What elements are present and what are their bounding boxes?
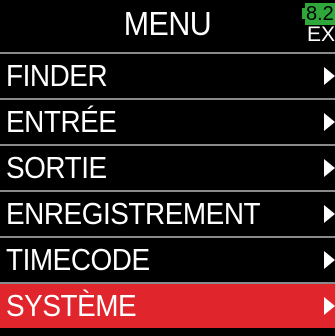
menu-item-label: ENREGISTREMENT [6,196,261,231]
menu-item-label: SORTIE [6,150,107,185]
chevron-right-icon [324,205,335,223]
menu-item-sortie[interactable]: SORTIE [0,144,335,190]
battery-indicator: 8.2 EXT [302,2,335,48]
chevron-right-icon [324,159,335,177]
menu-item-finder[interactable]: FINDER [0,52,335,98]
chevron-right-icon [324,67,335,85]
menu-screen: MENU 8.2 EXT FINDER ENTRÉE SORTIE ENREGI… [0,0,335,336]
menu-item-label: TIMECODE [6,242,150,277]
header-bar: MENU 8.2 EXT [0,0,335,52]
menu-item-entree[interactable]: ENTRÉE [0,98,335,144]
page-title: MENU [123,5,212,42]
battery-level: 8.2 [305,3,335,25]
menu-item-timecode[interactable]: TIMECODE [0,236,335,282]
chevron-right-icon [324,251,335,269]
chevron-right-icon [324,297,335,315]
menu-list: FINDER ENTRÉE SORTIE ENREGISTREMENT TIME… [0,52,335,328]
menu-item-systeme[interactable]: SYSTÈME [0,282,335,328]
menu-item-label: FINDER [6,58,108,93]
menu-item-enregistrement[interactable]: ENREGISTREMENT [0,190,335,236]
menu-item-label: ENTRÉE [6,104,117,139]
menu-item-label: SYSTÈME [6,288,137,323]
power-source-label: EXT [307,23,335,46]
chevron-right-icon [324,113,335,131]
